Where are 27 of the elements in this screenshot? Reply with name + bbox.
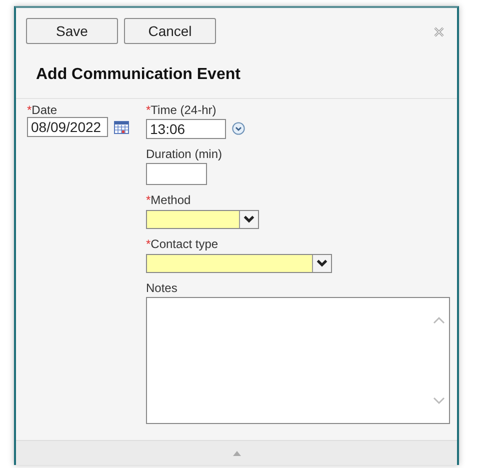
dropdown-circle-icon[interactable]	[232, 122, 245, 134]
time-field[interactable]: 13:06	[146, 119, 226, 139]
calendar-icon[interactable]	[114, 120, 129, 134]
field-label: Date	[32, 103, 58, 117]
required-mark: *	[146, 103, 151, 117]
field-label: Duration (min)	[146, 147, 222, 161]
dialog-title: Add Communication Event	[16, 44, 457, 99]
toolbar-button[interactable]: Save	[26, 18, 118, 44]
field-label: Method	[150, 193, 191, 207]
collapse-arrow-icon[interactable]	[232, 450, 240, 456]
chevron-down-icon[interactable]	[239, 211, 258, 228]
field-label: Time (24-hr)	[150, 103, 216, 117]
close-icon[interactable]	[433, 26, 445, 38]
field-label: Contact type	[150, 237, 218, 251]
chevron-down-icon[interactable]	[312, 255, 331, 272]
scroll-down-icon[interactable]	[433, 397, 445, 405]
toolbar-button[interactable]: Cancel	[124, 18, 216, 44]
text-field[interactable]	[146, 163, 207, 185]
required-mark: *	[146, 193, 151, 207]
date-field[interactable]: 08/09/2022	[27, 117, 108, 137]
required-mark: *	[146, 237, 151, 251]
field-label: Notes	[146, 281, 178, 295]
dropdown-field[interactable]	[146, 254, 332, 273]
scroll-up-icon[interactable]	[433, 316, 445, 324]
required-mark: *	[27, 103, 32, 117]
notes-field[interactable]	[146, 297, 450, 424]
dropdown-field[interactable]	[146, 210, 259, 229]
